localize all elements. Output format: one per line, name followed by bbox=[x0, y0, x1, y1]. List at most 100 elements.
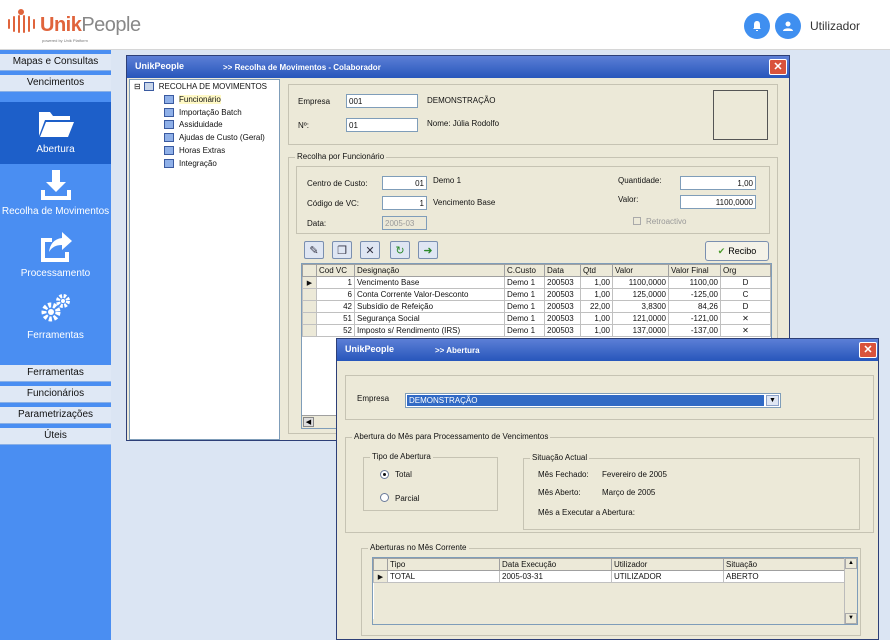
open-button[interactable]: ❐ bbox=[332, 241, 352, 259]
grid-header[interactable]: Utilizador bbox=[611, 558, 724, 571]
gears-icon bbox=[41, 294, 70, 322]
notifications-button[interactable] bbox=[744, 13, 770, 39]
refresh-button[interactable]: ↻ bbox=[390, 241, 410, 259]
sidebar-item-ferramentas[interactable]: Ferramentas bbox=[0, 365, 111, 382]
edit-button[interactable]: ✎ bbox=[304, 241, 324, 259]
user-avatar-button[interactable] bbox=[775, 13, 801, 39]
tree-item-horas[interactable]: Horas Extras bbox=[164, 146, 225, 155]
grid-header[interactable]: Designação bbox=[354, 264, 505, 277]
delete-button[interactable]: ✕ bbox=[360, 241, 380, 259]
close-icon[interactable]: ✕ bbox=[769, 59, 787, 75]
table-row[interactable]: ▶ TOTAL 2005-03-31 UTILIZADOR ABERTO bbox=[373, 570, 845, 583]
sidebar-item-uteis[interactable]: Úteis bbox=[0, 428, 111, 445]
recolha-group-label: Recolha por Funcionário bbox=[295, 152, 387, 161]
row-selector[interactable] bbox=[302, 324, 317, 337]
scroll-left-icon[interactable]: ◀ bbox=[303, 417, 314, 427]
tree-item-integracao[interactable]: Integração bbox=[164, 159, 217, 168]
retroactivo-checkbox[interactable] bbox=[633, 217, 641, 225]
tree-item-funcionario[interactable]: Funcionário bbox=[164, 95, 221, 104]
abertura-title-bar: UnikPeople >> Abertura ✕ bbox=[337, 339, 878, 361]
table-cell: D bbox=[720, 300, 771, 313]
row-selector[interactable] bbox=[302, 288, 317, 301]
grid-header[interactable]: Valor Final bbox=[668, 264, 721, 277]
share-icon bbox=[40, 232, 72, 262]
brand-sub: powered by Unik Platform bbox=[42, 38, 88, 43]
grid-header[interactable]: Org bbox=[720, 264, 771, 277]
row-selector[interactable]: ▶ bbox=[302, 276, 317, 289]
codigo-name: Vencimento Base bbox=[433, 198, 496, 207]
radio-total[interactable] bbox=[380, 470, 389, 479]
table-row[interactable]: 51 Segurança Social Demo 1 200503 1,00 121,00… bbox=[302, 312, 771, 325]
grid-header[interactable]: Situação bbox=[723, 558, 845, 571]
table-cell: -125,00 bbox=[668, 288, 721, 301]
row-selector[interactable] bbox=[302, 312, 317, 325]
valor-input[interactable]: 1100,0000 bbox=[680, 195, 756, 209]
chevron-down-icon[interactable]: ▼ bbox=[766, 395, 779, 406]
abertura-mes-label: Abertura do Mês para Processamento de Ve… bbox=[352, 432, 551, 441]
grid-header[interactable]: Data Execução bbox=[499, 558, 612, 571]
data-input[interactable]: 2005-03 bbox=[382, 216, 427, 230]
table-row[interactable]: 6 Conta Corrente Valor-Desconto Demo 1 2005… bbox=[302, 288, 771, 301]
sidebar-item-ferramentas-big[interactable]: Ferramentas bbox=[0, 288, 111, 350]
recolha-title: >> Recolha de Movimentos - Colaborador bbox=[223, 63, 381, 72]
table-cell: 1,00 bbox=[580, 276, 613, 289]
num-input[interactable]: 01 bbox=[346, 118, 418, 132]
export-button[interactable]: ➜ bbox=[418, 241, 438, 259]
grid-header[interactable]: Tipo bbox=[387, 558, 500, 571]
refresh-icon: ↻ bbox=[395, 244, 405, 257]
grid-header-row: Tipo Data Execução Utilizador Situação bbox=[373, 558, 845, 571]
codigo-input[interactable]: 1 bbox=[382, 196, 427, 210]
grid-header[interactable]: C.Custo bbox=[504, 264, 545, 277]
situacao-label: Situação Actual bbox=[530, 453, 590, 462]
sidebar-item-parametrizacoes[interactable]: Parametrizações bbox=[0, 407, 111, 424]
table-cell: 3,8300 bbox=[612, 300, 669, 313]
empresa-select[interactable]: DEMONSTRAÇÃO ▼ bbox=[405, 393, 781, 408]
quantidade-input[interactable]: 1,00 bbox=[680, 176, 756, 190]
radio-parcial[interactable] bbox=[380, 493, 389, 502]
table-cell: 52 bbox=[316, 324, 355, 337]
table-row[interactable]: ▶ 1 Vencimento Base Demo 1 200503 1,00 1100,00… bbox=[302, 276, 771, 289]
tree-root[interactable]: ⊟ RECOLHA DE MOVIMENTOS bbox=[134, 82, 267, 91]
grid-header[interactable]: Valor bbox=[612, 264, 669, 277]
scroll-up-icon[interactable]: ▲ bbox=[845, 558, 857, 569]
sidebar-item-label: Ferramentas bbox=[27, 330, 84, 341]
sidebar-item-vencimentos[interactable]: Vencimentos bbox=[0, 75, 111, 92]
title-brand: UnikPeople bbox=[135, 61, 185, 71]
tree-item-importacao[interactable]: Importação Batch bbox=[164, 108, 242, 117]
sidebar-item-processamento[interactable]: Processamento bbox=[0, 226, 111, 288]
table-cell: 121,0000 bbox=[612, 312, 669, 325]
close-icon[interactable]: ✕ bbox=[859, 342, 877, 358]
tree-item-assiduidade[interactable]: Assiduidade bbox=[164, 120, 223, 129]
empresa-select-value: DEMONSTRAÇÃO bbox=[407, 395, 764, 406]
grid-header[interactable]: Qtd bbox=[580, 264, 613, 277]
centro-input[interactable]: 01 bbox=[382, 176, 427, 190]
scroll-down-icon[interactable]: ▼ bbox=[845, 613, 857, 624]
table-cell: ✕ bbox=[720, 324, 771, 337]
grid-header[interactable]: Data bbox=[544, 264, 581, 277]
table-row[interactable]: 52 Imposto s/ Rendimento (IRS) Demo 1 20050… bbox=[302, 324, 771, 337]
empresa-input[interactable]: 001 bbox=[346, 94, 418, 108]
sidebar-item-mapas[interactable]: Mapas e Consultas bbox=[0, 54, 111, 71]
grid-header[interactable]: Cod VC bbox=[316, 264, 355, 277]
folder-open-icon bbox=[38, 112, 74, 137]
table-cell: C bbox=[720, 288, 771, 301]
tree-item-ajudas[interactable]: Ajudas de Custo (Geral) bbox=[164, 133, 265, 142]
abertura-empresa-label: Empresa bbox=[357, 394, 390, 403]
table-cell: Subsídio de Refeição bbox=[354, 300, 505, 313]
row-selector[interactable] bbox=[302, 300, 317, 313]
table-cell: 6 bbox=[316, 288, 355, 301]
recibo-button[interactable]: ✔ Recibo bbox=[705, 241, 769, 261]
table-cell: 1,00 bbox=[580, 288, 613, 301]
row-selector[interactable]: ▶ bbox=[373, 570, 388, 583]
bell-icon bbox=[753, 21, 761, 31]
sidebar-item-funcionarios[interactable]: Funcionários bbox=[0, 386, 111, 403]
radio-parcial-label: Parcial bbox=[395, 494, 420, 503]
sidebar-item-recolha[interactable]: Recolha de Movimentos bbox=[0, 164, 111, 226]
title-brand: UnikPeople bbox=[345, 344, 395, 354]
table-row[interactable]: 42 Subsídio de Refeição Demo 1 200503 22,00 3… bbox=[302, 300, 771, 313]
table-cell: -137,00 bbox=[668, 324, 721, 337]
empty-row bbox=[373, 606, 845, 619]
logo-icon bbox=[8, 9, 35, 33]
sidebar-item-abertura[interactable]: Abertura bbox=[0, 102, 111, 164]
vertical-scrollbar[interactable]: ▲ ▼ bbox=[844, 558, 857, 624]
